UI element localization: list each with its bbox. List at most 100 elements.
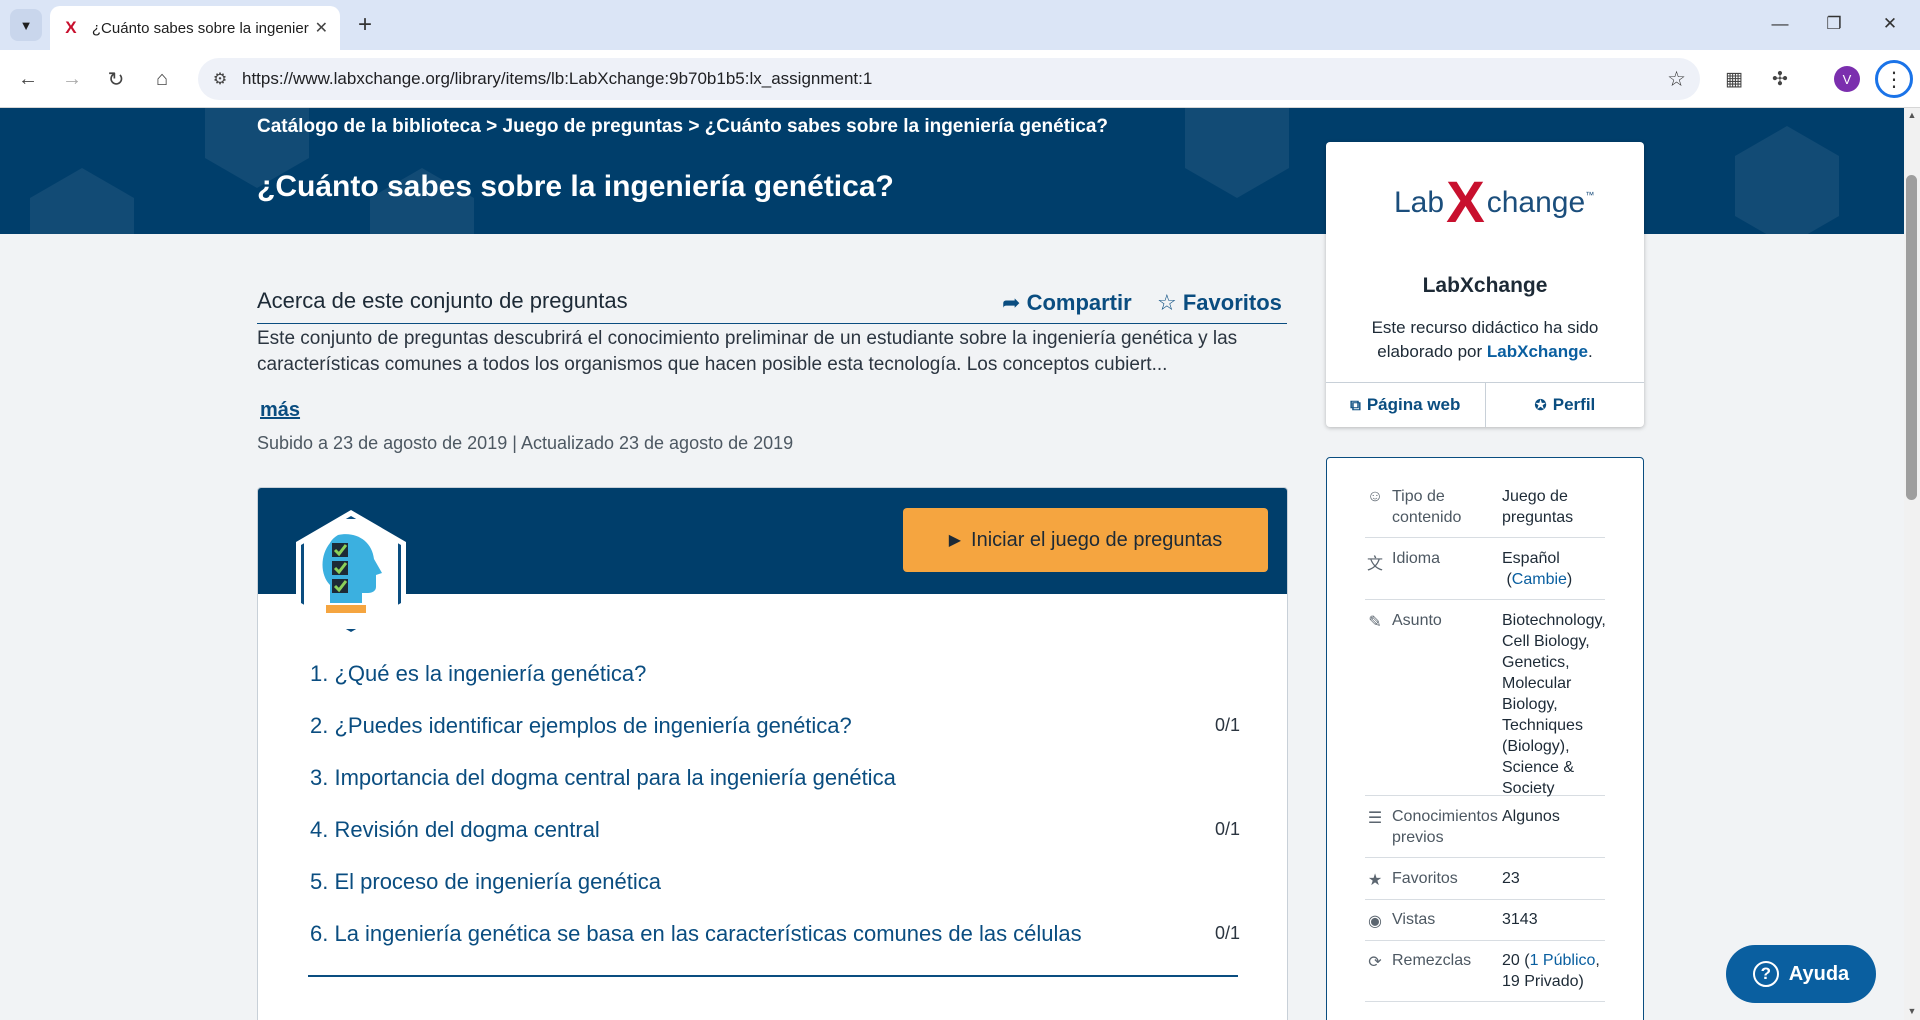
extensions-puzzle-icon[interactable]: ✣ <box>1764 63 1796 95</box>
new-tab-plus-icon[interactable]: + <box>350 10 380 40</box>
meta-label: Favoritos <box>1392 870 1458 887</box>
labxchange-logo: Lab X change ™ <box>1394 170 1594 235</box>
decorative-hexagon <box>30 168 134 234</box>
question-item[interactable]: 5. El proceso de ingeniería genética <box>310 856 1240 908</box>
meta-favorites: ★ Favoritos 23 <box>1365 868 1605 900</box>
restore-icon[interactable]: ❐ <box>1814 8 1854 40</box>
metadata-card: ☺ Tipo de contenido Juego de preguntas 文… <box>1326 457 1644 1020</box>
meta-value: Juego de preguntas <box>1502 488 1574 526</box>
question-title[interactable]: 2. ¿Puedes identificar ejemplos de ingen… <box>310 713 852 739</box>
meta-value: Algunos <box>1502 808 1560 825</box>
favorite-label: Favoritos <box>1182 290 1282 315</box>
question-title[interactable]: 4. Revisión del dogma central <box>310 817 600 843</box>
question-item[interactable]: 4. Revisión del dogma central 0/1 <box>310 804 1240 856</box>
show-more-link[interactable]: más <box>260 399 300 422</box>
website-label: Página web <box>1366 395 1461 414</box>
breadcrumb-type-link[interactable]: Juego de preguntas <box>503 116 684 137</box>
profile-badge-icon: ✪ <box>1534 397 1547 414</box>
reload-icon[interactable]: ↻ <box>100 63 132 95</box>
decorative-hexagon <box>1185 108 1289 198</box>
remix-arrows-icon: ⟳ <box>1368 954 1382 971</box>
start-quiz-label: Iniciar el juego de preguntas <box>971 528 1223 551</box>
question-item[interactable]: 2. ¿Puedes identificar ejemplos de ingen… <box>310 700 1240 752</box>
question-item[interactable]: 3. Importancia del dogma central para la… <box>310 752 1240 804</box>
org-name: LabXchange <box>1422 274 1548 297</box>
meta-subject: ✎ Asunto Biotechnology, Cell Biology, Ge… <box>1365 610 1606 797</box>
pencil-icon: ✎ <box>1368 614 1382 631</box>
profile-button[interactable]: ✪ Perfil <box>1484 383 1645 427</box>
about-header: Acerca de este conjunto de preguntas ➦ C… <box>257 278 1287 324</box>
meta-label: Conocimientos previos <box>1392 808 1498 846</box>
meta-label: Remezclas <box>1392 952 1472 969</box>
website-button[interactable]: ⧉ Página web <box>1326 383 1485 427</box>
about-heading: Acerca de este conjunto de preguntas <box>257 288 628 313</box>
site-settings-icon[interactable]: ⚙ <box>198 69 242 89</box>
page-title: ¿Cuánto sabes sobre la ingeniería genéti… <box>257 170 894 203</box>
window-close-icon[interactable]: ✕ <box>1870 8 1910 40</box>
question-score: 0/1 <box>1214 715 1240 735</box>
favorite-button[interactable]: ☆ Favoritos <box>1157 290 1282 316</box>
meta-value: 23 <box>1502 870 1520 887</box>
question-title[interactable]: 6. La ingeniería genética se basa en las… <box>310 921 1082 947</box>
share-button[interactable]: ➦ Compartir <box>1002 290 1132 316</box>
forward-arrow-icon[interactable]: → <box>56 63 88 95</box>
browser-tabbar: ▼ X ¿Cuánto sabes sobre la ingeniería ge… <box>0 0 1920 50</box>
meta-value: Español (Cambie) <box>1502 550 1573 588</box>
levels-icon: ☰ <box>1367 810 1383 827</box>
share-arrow-icon: ➦ <box>1002 290 1021 315</box>
tab-title: ¿Cuánto sabes sobre la ingeniería genéti… <box>91 19 309 37</box>
browser-menu-icon[interactable]: ⋮ <box>1875 60 1913 98</box>
eye-icon: ◉ <box>1368 913 1382 930</box>
question-list-divider <box>308 975 1238 977</box>
change-language-link[interactable]: Cambie <box>1512 571 1567 588</box>
tab-close-icon[interactable]: ✕ <box>315 18 328 38</box>
meta-label: Vistas <box>1392 911 1436 928</box>
question-title[interactable]: 5. El proceso de ingeniería genética <box>310 869 661 895</box>
browser-tab-active[interactable]: X ¿Cuánto sabes sobre la ingeniería gené… <box>50 6 340 50</box>
minimize-icon[interactable]: — <box>1760 8 1800 40</box>
tab-search-chevron-icon[interactable]: ▼ <box>10 9 42 41</box>
scrollbar-thumb[interactable] <box>1906 175 1917 500</box>
meta-content-type: ☺ Tipo de contenido Juego de preguntas <box>1365 486 1605 538</box>
upload-dates: Subido a 23 de agosto de 2019 | Actualiz… <box>257 433 793 454</box>
profile-label: Perfil <box>1552 395 1596 414</box>
remix-public-link[interactable]: 1 Público <box>1530 952 1596 969</box>
question-score: 0/1 <box>1214 819 1240 839</box>
address-bar[interactable]: ⚙ https://www.labxchange.org/library/ite… <box>198 58 1700 100</box>
org-desc-period: . <box>1588 342 1593 361</box>
logo-lab: Lab <box>1394 186 1445 219</box>
quiz-card-header: ▶ Iniciar el juego de preguntas <box>258 488 1287 594</box>
help-button[interactable]: ? Ayuda <box>1726 945 1876 1003</box>
star-outline-icon: ☆ <box>1157 290 1177 315</box>
breadcrumb-separator: > <box>486 116 498 137</box>
content-type-icon: ☺ <box>1366 488 1384 505</box>
qr-code-icon[interactable]: ▦ <box>1718 63 1750 95</box>
profile-avatar[interactable]: V <box>1834 66 1860 92</box>
browser-toolbar: ← → ↻ ⌂ ⚙ https://www.labxchange.org/lib… <box>0 50 1920 108</box>
breadcrumb-catalog-link[interactable]: Catálogo de la biblioteca <box>257 116 481 137</box>
org-desc-link[interactable]: LabXchange <box>1487 342 1588 361</box>
home-icon[interactable]: ⌂ <box>146 63 178 95</box>
scroll-down-arrow-icon[interactable]: ▼ <box>1906 1006 1918 1016</box>
bookmark-star-icon[interactable]: ☆ <box>1667 67 1686 92</box>
scroll-up-arrow-icon[interactable]: ▲ <box>1906 110 1918 120</box>
meta-remixes: ⟳ Remezclas 20 (1 Público, 19 Privado) <box>1365 950 1605 1002</box>
translate-icon: 文 <box>1366 556 1383 573</box>
logo-x: X <box>1446 170 1485 235</box>
question-item[interactable]: 1. ¿Qué es la ingeniería genética? <box>310 648 1240 700</box>
question-title[interactable]: 3. Importancia del dogma central para la… <box>310 765 896 791</box>
question-title[interactable]: 1. ¿Qué es la ingeniería genética? <box>310 661 646 687</box>
meta-label: Asunto <box>1392 612 1442 629</box>
breadcrumb-separator: > <box>688 116 700 137</box>
start-quiz-button[interactable]: ▶ Iniciar el juego de preguntas <box>903 508 1268 572</box>
share-label: Compartir <box>1026 290 1132 315</box>
head-checklist-icon <box>301 516 401 632</box>
back-arrow-icon[interactable]: ← <box>12 63 44 95</box>
date-separator: | <box>512 433 517 453</box>
help-label: Ayuda <box>1788 962 1850 985</box>
question-item[interactable]: 6. La ingeniería genética se basa en las… <box>310 908 1240 960</box>
question-mark-icon: ? <box>1752 961 1779 987</box>
meta-value: Biotechnology, Cell Biology, Genetics, M… <box>1502 612 1606 797</box>
remix-count: 20 ( <box>1502 952 1530 969</box>
url-text[interactable]: https://www.labxchange.org/library/items… <box>242 69 872 89</box>
